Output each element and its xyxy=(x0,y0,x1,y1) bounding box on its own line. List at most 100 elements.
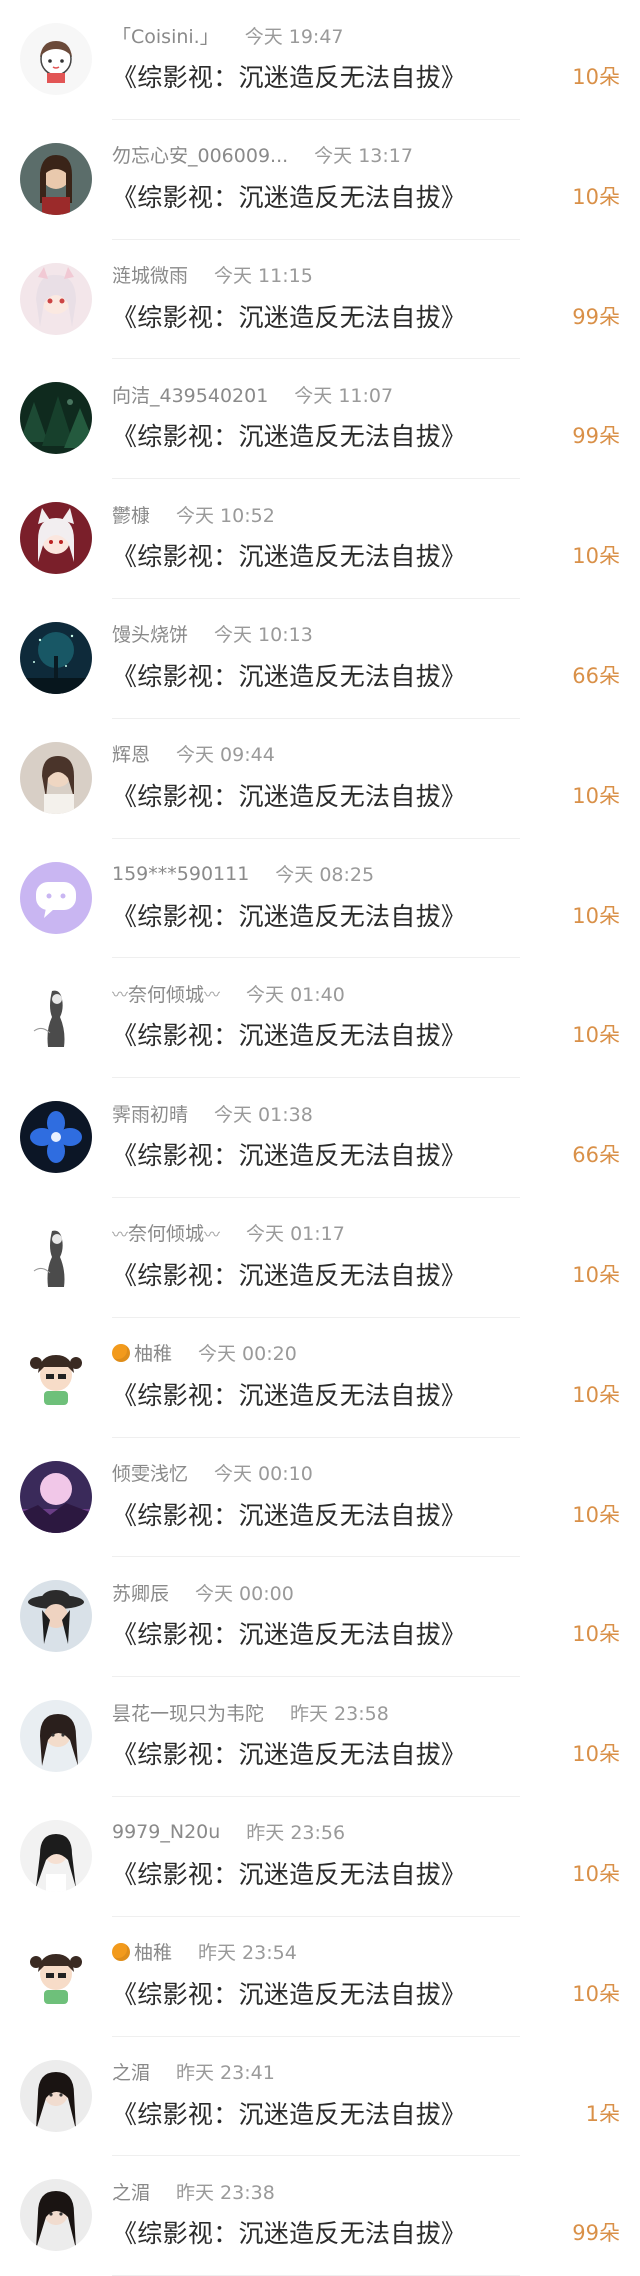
user-name[interactable]: 勿忘心安_006009... xyxy=(112,141,288,168)
chibi-avatar xyxy=(20,1340,92,1413)
book-title[interactable]: 《综影视：沉迷造反无法自拔》 xyxy=(112,1136,466,1172)
gift-row[interactable]: 之湄 昨天 23:38 《综影视：沉迷造反无法自拔》 99朵 xyxy=(0,2156,640,2276)
gift-time: 今天 08:25 xyxy=(275,864,375,887)
avatar[interactable] xyxy=(20,23,92,95)
book-title[interactable]: 《综影视：沉迷造反无法自拔》 xyxy=(112,178,466,214)
user-name[interactable]: 柚稚 xyxy=(134,1938,172,1965)
avatar[interactable] xyxy=(20,1939,92,2012)
gift-row[interactable]: 苏卿辰 今天 00:00 《综影视：沉迷造反无法自拔》 10朵 xyxy=(0,1557,640,1678)
gift-row[interactable]: 鬱槺 今天 10:52 《综影视：沉迷造反无法自拔》 10朵 xyxy=(0,479,640,599)
flower-count: 10朵 xyxy=(572,783,620,808)
user-name[interactable]: 159***590111 xyxy=(112,863,249,885)
book-title[interactable]: 《综影视：沉迷造反无法自拔》 xyxy=(112,1256,466,1292)
gift-row[interactable]: 〰奈何倾城〰 今天 01:17 《综影视：沉迷造反无法自拔》 10朵 xyxy=(0,1198,640,1318)
user-name[interactable]: 鬱槺 xyxy=(112,501,150,528)
gift-meta: 向洁_439540201 今天 11:07 xyxy=(112,381,393,407)
gift-time: 昨天 23:41 xyxy=(176,2062,275,2085)
avatar[interactable] xyxy=(20,262,92,335)
flower-count: 66朵 xyxy=(572,663,620,688)
wave-decoration-icon: 〰 xyxy=(204,985,221,1005)
user-name[interactable]: 之湄 xyxy=(112,2058,150,2085)
moon-night-avatar xyxy=(20,1460,92,1533)
user-name[interactable]: 「Coisini.」 xyxy=(112,22,219,49)
book-title[interactable]: 《综影视：沉迷造反无法自拔》 xyxy=(112,777,466,813)
book-title[interactable]: 《综影视：沉迷造反无法自拔》 xyxy=(112,1855,466,1891)
user-name[interactable]: 涟城微雨 xyxy=(112,261,188,288)
avatar[interactable] xyxy=(20,1460,92,1533)
book-title[interactable]: 《综影视：沉迷造反无法自拔》 xyxy=(112,417,466,453)
user-name[interactable]: 辉恩 xyxy=(112,740,150,767)
book-title[interactable]: 《综影视：沉迷造反无法自拔》 xyxy=(112,537,466,573)
user-name[interactable]: 霁雨初晴 xyxy=(112,1100,188,1127)
book-title[interactable]: 《综影视：沉迷造反无法自拔》 xyxy=(112,58,466,94)
book-title[interactable]: 《综影视：沉迷造反无法自拔》 xyxy=(112,1496,466,1532)
user-name[interactable]: 馒头烧饼 xyxy=(112,620,188,647)
gift-row[interactable]: 柚稚 今天 00:20 《综影视：沉迷造反无法自拔》 10朵 xyxy=(0,1318,640,1438)
gift-row[interactable]: 倾雯浅忆 今天 00:10 《综影视：沉迷造反无法自拔》 10朵 xyxy=(0,1438,640,1558)
avatar[interactable] xyxy=(20,981,92,1054)
avatar[interactable] xyxy=(20,2179,92,2252)
user-name[interactable]: 苏卿辰 xyxy=(112,1579,169,1606)
wave-decoration-icon: 〰 xyxy=(112,985,129,1005)
starry-tree-avatar xyxy=(20,621,92,694)
girl-selfie-avatar xyxy=(20,1700,92,1773)
flower-count: 10朵 xyxy=(572,544,620,569)
gift-row[interactable]: 之湄 昨天 23:41 《综影视：沉迷造反无法自拔》 1朵 xyxy=(0,2037,640,2157)
gift-meta: 〰奈何倾城〰 今天 01:17 xyxy=(112,1220,345,1246)
user-name[interactable]: 9979_N20u xyxy=(112,1821,220,1843)
gift-row[interactable]: 勿忘心安_006009... 今天 13:17 《综影视：沉迷造反无法自拔》 10朵 xyxy=(0,120,640,240)
avatar[interactable] xyxy=(20,502,92,575)
book-title[interactable]: 《综影视：沉迷造反无法自拔》 xyxy=(112,897,466,933)
gift-row[interactable]: 馒头烧饼 今天 10:13 《综影视：沉迷造反无法自拔》 66朵 xyxy=(0,599,640,719)
avatar[interactable] xyxy=(20,621,92,694)
avatar[interactable] xyxy=(20,1340,92,1413)
avatar[interactable] xyxy=(20,1101,92,1174)
book-title[interactable]: 《综影视：沉迷造反无法自拔》 xyxy=(112,2095,466,2131)
gift-meta: 涟城微雨 今天 11:15 xyxy=(112,262,313,288)
gift-row[interactable]: 辉恩 今天 09:44 《综影视：沉迷造反无法自拔》 10朵 xyxy=(0,719,640,839)
avatar[interactable] xyxy=(20,741,92,814)
book-title[interactable]: 《综影视：沉迷造反无法自拔》 xyxy=(112,2214,466,2250)
avatar[interactable] xyxy=(20,142,92,215)
user-name[interactable]: 倾雯浅忆 xyxy=(112,1459,188,1486)
user-name[interactable]: 柚稚 xyxy=(134,1339,172,1366)
anime-girl-avatar xyxy=(20,262,92,335)
flower-count: 99朵 xyxy=(572,424,620,449)
avatar[interactable] xyxy=(20,861,92,934)
book-title[interactable]: 《综影视：沉迷造反无法自拔》 xyxy=(112,1016,466,1052)
gift-meta: 9979_N20u 昨天 23:56 xyxy=(112,1819,345,1845)
book-title[interactable]: 《综影视：沉迷造反无法自拔》 xyxy=(112,657,466,693)
avatar[interactable] xyxy=(20,2059,92,2132)
gift-row[interactable]: 〰奈何倾城〰 今天 01:40 《综影视：沉迷造反无法自拔》 10朵 xyxy=(0,958,640,1079)
avatar[interactable] xyxy=(20,1220,92,1293)
avatar[interactable] xyxy=(20,1700,92,1773)
flower-count: 66朵 xyxy=(572,1143,620,1168)
user-name[interactable]: 向洁_439540201 xyxy=(112,381,268,408)
avatar[interactable] xyxy=(20,1580,92,1653)
book-title[interactable]: 《综影视：沉迷造反无法自拔》 xyxy=(112,298,466,334)
avatar[interactable] xyxy=(20,382,92,455)
gift-row[interactable]: 霁雨初晴 今天 01:38 《综影视：沉迷造反无法自拔》 66朵 xyxy=(0,1078,640,1198)
gift-row[interactable]: 涟城微雨 今天 11:15 《综影视：沉迷造反无法自拔》 99朵 xyxy=(0,240,640,360)
gift-row[interactable]: 昙花一现只为韦陀 昨天 23:58 《综影视：沉迷造反无法自拔》 10朵 xyxy=(0,1677,640,1797)
avatar[interactable] xyxy=(20,1819,92,1892)
book-title[interactable]: 《综影视：沉迷造反无法自拔》 xyxy=(112,1735,466,1771)
gift-time: 今天 00:20 xyxy=(198,1343,297,1366)
gift-meta: 〰奈何倾城〰 今天 01:40 xyxy=(112,980,345,1006)
book-title[interactable]: 《综影视：沉迷造反无法自拔》 xyxy=(112,1376,466,1412)
gift-time: 昨天 23:58 xyxy=(290,1702,389,1725)
user-name[interactable]: 昙花一现只为韦陀 xyxy=(112,1699,264,1726)
hat-girl-avatar xyxy=(20,1580,92,1653)
user-name[interactable]: 奈何倾城 xyxy=(128,980,204,1007)
user-name[interactable]: 奈何倾城 xyxy=(128,1219,204,1246)
book-title[interactable]: 《综影视：沉迷造反无法自拔》 xyxy=(112,1975,466,2011)
gift-row[interactable]: 向洁_439540201 今天 11:07 《综影视：沉迷造反无法自拔》 99朵 xyxy=(0,359,640,480)
gift-row[interactable]: 159***590111 今天 08:25 《综影视：沉迷造反无法自拔》 10朵 xyxy=(0,839,640,959)
gift-row[interactable]: 柚稚 昨天 23:54 《综影视：沉迷造反无法自拔》 10朵 xyxy=(0,1917,640,2037)
gift-row[interactable]: 「Coisini.」 今天 19:47 《综影视：沉迷造反无法自拔》 10朵 xyxy=(0,0,640,120)
gift-row[interactable]: 9979_N20u 昨天 23:56 《综影视：沉迷造反无法自拔》 10朵 xyxy=(0,1797,640,1917)
user-name[interactable]: 之湄 xyxy=(112,2178,150,2205)
gift-list: 「Coisini.」 今天 19:47 《综影视：沉迷造反无法自拔》 10朵 勿忘心安… xyxy=(0,0,640,2276)
flower-count: 10朵 xyxy=(572,1502,620,1527)
book-title[interactable]: 《综影视：沉迷造反无法自拔》 xyxy=(112,1615,466,1651)
